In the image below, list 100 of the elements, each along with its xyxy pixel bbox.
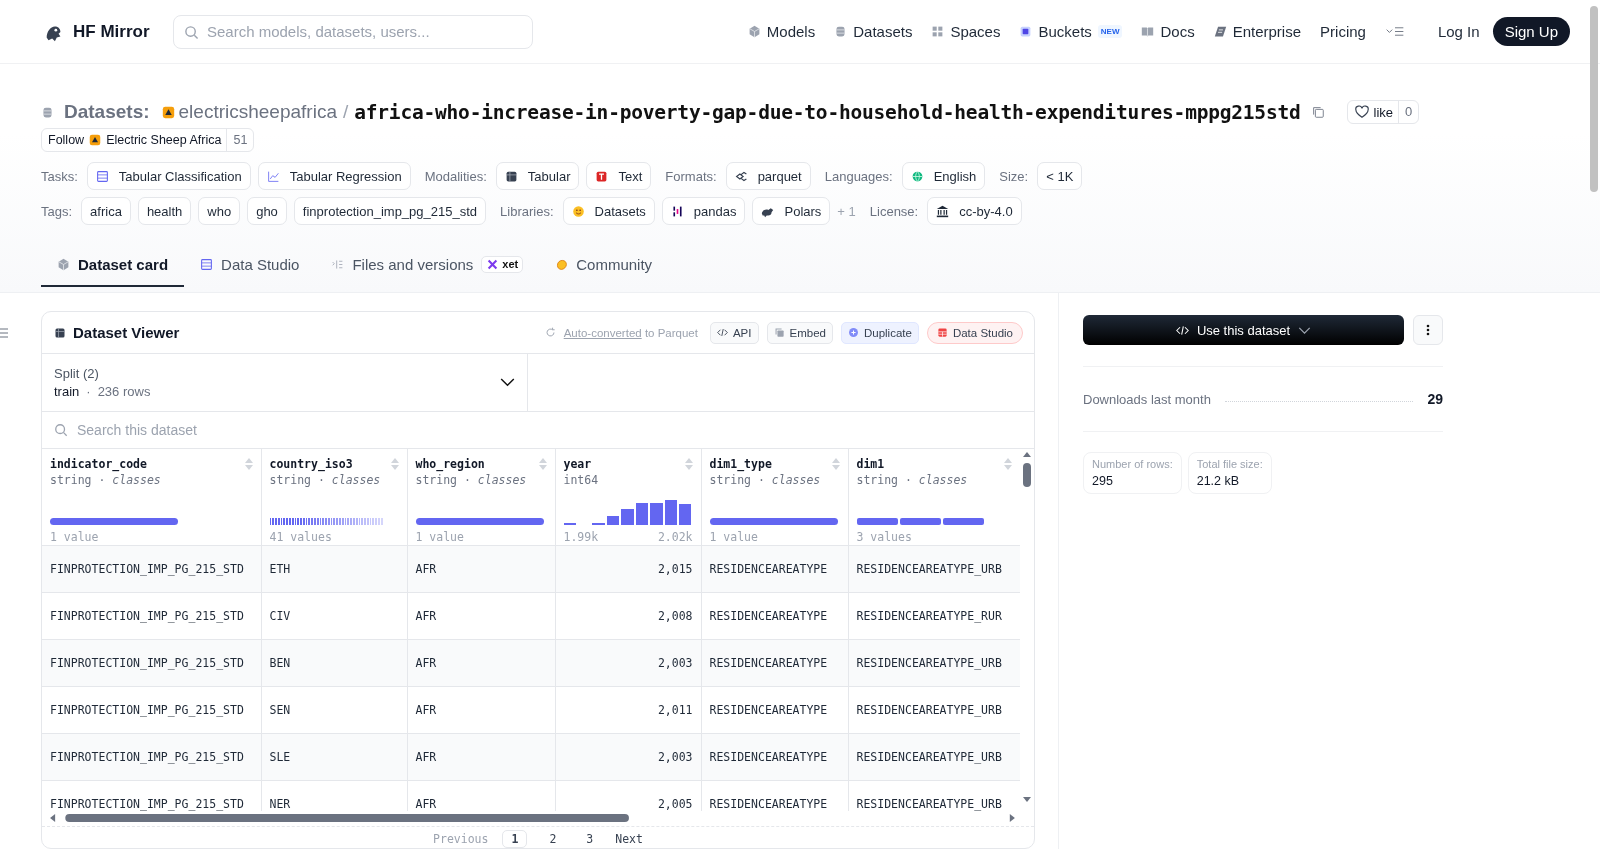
nav-link[interactable]: Buckets NEW [1019,23,1123,40]
embed-button[interactable]: Embed [766,321,833,344]
api-button[interactable]: API [709,321,759,344]
tag-chip[interactable]: Datasets [562,197,655,225]
follow-button[interactable]: Follow Electric Sheep Africa 51 [41,128,255,152]
stat-label: 1 value [50,530,99,544]
tag-group-label: Tags: [41,203,73,219]
stat-label: 2.02k [657,530,693,544]
column-name[interactable]: country_iso3 [269,457,353,471]
signup-button[interactable]: Sign Up [1492,17,1570,46]
sidebar-toggle-icon[interactable] [0,328,8,338]
tab[interactable]: Community [539,243,669,287]
table-cell: 2,008 [657,608,693,623]
sort-icon[interactable] [538,458,547,470]
conversion-note: Auto-converted to Parquet [563,326,698,339]
tag-chip[interactable]: who [198,197,241,225]
stat-label: 1 value [415,530,464,544]
page-link[interactable]: 1 [502,830,528,848]
tag-chip[interactable]: gho [247,197,287,225]
table-cell: RESIDENCEAREATYPE_URB [856,655,1002,670]
tag-chip[interactable]: africa [81,197,131,225]
page-link[interactable]: 2 [541,831,565,847]
table-icon [95,169,109,183]
more-options-button[interactable] [1413,315,1443,345]
sort-icon[interactable] [831,458,840,470]
table-cell: 2,005 [657,796,693,811]
tag-chip[interactable]: < 1K [1037,162,1083,190]
table-icon [200,257,214,271]
login-link[interactable]: Log In [1437,23,1480,40]
tag-chip[interactable]: Tabular Classification [86,162,251,190]
database-icon [834,25,848,38]
column-name[interactable]: dim1 [856,457,885,471]
tag-chip[interactable]: parquet [725,162,811,190]
grid-icon [931,25,945,38]
tag-chip[interactable]: pandas [661,197,746,225]
bank-icon [936,204,950,218]
code-icon [1175,323,1189,337]
tag-chip[interactable]: English [901,162,986,190]
table-cell: FINPROTECTION_IMP_PG_215_STD [50,655,244,670]
tag-chip[interactable]: Polars [752,197,831,225]
tab[interactable]: Files and versions xet [315,243,540,287]
cube-icon [747,25,761,38]
sort-icon[interactable] [1004,458,1012,470]
nav-link[interactable]: Pricing [1320,23,1366,40]
like-button[interactable]: like 0 [1346,100,1420,124]
tag-chip[interactable]: Text [586,162,652,190]
smiley-icon [571,204,585,218]
nav-link[interactable]: Datasets [834,23,913,40]
brand-name[interactable]: HF Mirror [73,21,150,42]
copy-icon[interactable] [1310,105,1325,119]
table-cell: RESIDENCEAREATYPE_URB [856,796,1002,811]
tag-chip[interactable]: health [137,197,192,225]
dataset-name[interactable]: africa-who-increase-in-poverty-gap-due-to-household-health-expenditures-mppg215std [354,100,1301,124]
globe-icon [910,169,924,183]
sort-icon[interactable] [684,458,693,470]
org-avatar-icon [89,134,102,146]
sort-icon[interactable] [244,458,253,470]
separator-dot: · [86,384,91,399]
use-dataset-button[interactable]: Use this dataset [1083,315,1404,345]
owner-link[interactable]: electricsheepafrica [178,101,337,123]
tag-chip[interactable]: finprotection_imp_pg_215_std [293,197,487,225]
table-cell: FINPROTECTION_IMP_PG_215_STD [50,749,244,764]
table-cell: 2,015 [657,561,693,576]
search-icon [54,423,68,437]
search-icon [184,24,199,40]
split-label: Split (2) [54,366,100,381]
table-cell: ETH [269,561,291,576]
column-name[interactable]: who_region [415,457,485,471]
tag-group-label: Size: [999,168,1029,184]
tag-chip[interactable]: Tabular Regression [257,162,411,190]
tag-chip[interactable]: Tabular [495,162,580,190]
page-link[interactable]: 3 [578,831,602,847]
dataset-search-field[interactable]: Search this dataset [42,412,1034,448]
data-studio-button[interactable]: Data Studio [926,321,1023,344]
table-cell: RESIDENCEAREATYPE_URB [856,561,1002,576]
table-cell: AFR [415,796,437,811]
tag-chip[interactable]: cc-by-4.0 [927,197,1022,225]
split-selector[interactable]: Split (2) train · 236 rows [42,354,528,411]
tab[interactable]: Dataset card [41,243,185,287]
table-cell: RESIDENCEAREATYPE [709,796,828,811]
window-scrollbar[interactable] [1590,6,1598,192]
split-name: train [54,384,80,399]
stat-label: 1 value [709,530,758,544]
table-cell: RESIDENCEAREATYPE_RUR [856,608,1002,623]
search-field[interactable]: Search models, datasets, users... [173,14,533,49]
follower-count: 51 [226,129,254,151]
next-link[interactable]: Next [615,832,643,846]
column-name[interactable]: indicator_code [50,457,147,471]
table-cell: RESIDENCEAREATYPE_URB [856,749,1002,764]
sort-icon[interactable] [390,458,399,470]
nav-link[interactable]: Models [747,23,816,40]
tab[interactable]: Data Studio [184,243,316,287]
nav-link[interactable]: Spaces [931,23,1001,40]
downloads-label: Downloads last month [1083,391,1211,407]
nav-link[interactable]: Enterprise [1213,23,1302,40]
nav-link[interactable]: Docs [1141,23,1195,40]
column-name[interactable]: year [563,457,592,471]
duplicate-button[interactable]: Duplicate [840,321,919,344]
column-name[interactable]: dim1_type [709,457,772,471]
menu-icon[interactable] [1384,25,1405,38]
